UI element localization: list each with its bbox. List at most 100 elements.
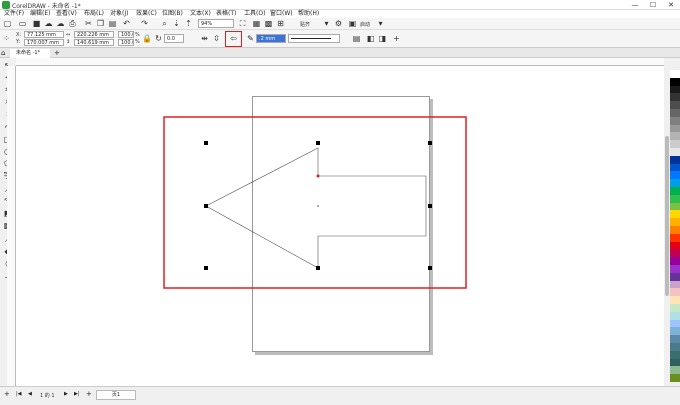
new-tab-button[interactable]: +: [54, 49, 60, 57]
menu-effects[interactable]: 效果(C): [136, 10, 157, 18]
prev-page-icon[interactable]: ◀: [28, 391, 32, 397]
object-origin-icon[interactable]: ⁘: [2, 34, 11, 43]
color-swatch[interactable]: [670, 358, 680, 367]
height-field[interactable]: 140.619 mm: [74, 39, 114, 46]
to-back-icon[interactable]: ◨: [378, 34, 387, 43]
color-swatch[interactable]: [670, 249, 680, 258]
close-button[interactable]: ✕: [662, 0, 680, 10]
chevron-down-icon[interactable]: ▾: [322, 19, 331, 28]
menu-window[interactable]: 窗口(W): [270, 10, 293, 18]
width-field[interactable]: 220.226 mm: [74, 31, 114, 38]
cloud-upload-icon[interactable]: ☁: [44, 19, 53, 28]
color-swatch[interactable]: [670, 140, 680, 149]
export-icon[interactable]: ⇡: [184, 19, 193, 28]
rotation-icon[interactable]: ↻: [154, 34, 163, 43]
wrap-text-icon[interactable]: ▤: [352, 34, 361, 43]
full-screen-icon[interactable]: ⛶: [238, 19, 247, 28]
color-swatch[interactable]: [670, 226, 680, 234]
color-swatch[interactable]: [670, 202, 680, 211]
snap-to-label[interactable]: 贴齐: [300, 21, 310, 28]
new-document-icon[interactable]: ▢: [3, 19, 12, 28]
color-swatch[interactable]: [670, 335, 680, 344]
cloud-download-icon[interactable]: ☁: [56, 19, 65, 28]
color-swatch[interactable]: [670, 155, 680, 164]
add-page-end-icon[interactable]: +: [86, 390, 92, 398]
menu-layout[interactable]: 布局(L): [84, 10, 104, 18]
color-swatch[interactable]: [670, 187, 680, 195]
color-swatch[interactable]: [670, 327, 680, 336]
menu-object[interactable]: 对象(J): [110, 10, 128, 18]
import-icon[interactable]: ⇣: [172, 19, 181, 28]
grid-icon[interactable]: ▩: [264, 19, 273, 28]
page-tab[interactable]: 页1: [96, 390, 136, 400]
color-swatch[interactable]: [670, 163, 680, 172]
last-page-icon[interactable]: ▶|: [74, 391, 80, 397]
scale-height-field[interactable]: 100.0: [118, 39, 134, 46]
outline-width-field[interactable]: .2 mm: [256, 34, 286, 43]
rulers-icon[interactable]: ▦: [252, 19, 261, 28]
arrow-shape-icon[interactable]: ⇦: [229, 34, 238, 43]
color-swatch[interactable]: [670, 210, 680, 219]
y-position-field[interactable]: 170.007 mm: [24, 39, 64, 46]
color-swatch[interactable]: [670, 194, 680, 203]
cut-icon[interactable]: ✂: [84, 19, 93, 28]
color-swatch[interactable]: [670, 70, 680, 78]
color-swatch[interactable]: [670, 350, 680, 359]
vertical-scroll-thumb[interactable]: [665, 136, 669, 296]
home-icon[interactable]: ⌂: [1, 49, 5, 57]
search-icon[interactable]: ⌕: [160, 19, 169, 28]
menu-bitmap[interactable]: 位图(B): [162, 10, 183, 18]
print-icon[interactable]: ⎙: [68, 19, 77, 28]
zoom-level-field[interactable]: 94%: [198, 19, 234, 28]
menu-help[interactable]: 帮助(H): [298, 10, 319, 18]
vertical-ruler[interactable]: [7, 66, 16, 386]
undo-icon[interactable]: ↶: [122, 19, 131, 28]
color-swatch[interactable]: [670, 109, 680, 117]
color-swatch[interactable]: [670, 77, 680, 86]
color-swatch[interactable]: [670, 132, 680, 141]
menu-view[interactable]: 查看(V): [56, 10, 77, 18]
document-tab[interactable]: 未命名 -1*: [10, 49, 50, 58]
add-icon[interactable]: +: [392, 34, 401, 43]
color-swatch[interactable]: [670, 296, 680, 305]
lock-ratio-icon[interactable]: 🔒: [142, 34, 152, 43]
color-swatch[interactable]: [670, 257, 680, 266]
next-page-icon[interactable]: ▶: [64, 391, 68, 397]
pen-outline-icon[interactable]: ✎: [246, 34, 255, 43]
scale-width-field[interactable]: 100.0: [118, 31, 134, 38]
mirror-horizontal-icon[interactable]: ⇹: [200, 34, 209, 43]
redo-icon[interactable]: ↷: [140, 19, 149, 28]
options-gear-icon[interactable]: ⚙: [334, 19, 343, 28]
color-swatch[interactable]: [670, 343, 680, 351]
color-swatch[interactable]: [670, 265, 680, 273]
color-swatch[interactable]: [670, 148, 680, 156]
rotation-field[interactable]: 0.0: [164, 34, 184, 43]
color-swatch[interactable]: [670, 233, 680, 242]
first-page-icon[interactable]: |◀: [16, 391, 22, 397]
color-swatch[interactable]: [670, 124, 680, 133]
color-swatch[interactable]: [670, 85, 680, 94]
color-swatch[interactable]: [670, 366, 680, 375]
color-swatch[interactable]: [670, 272, 680, 281]
color-swatch[interactable]: [670, 93, 680, 102]
drawing-canvas[interactable]: [16, 66, 664, 386]
open-icon[interactable]: ▭: [18, 19, 27, 28]
menu-table[interactable]: 表格(T): [216, 10, 236, 18]
copy-icon[interactable]: ❐: [96, 19, 105, 28]
maximize-button[interactable]: ☐: [644, 0, 662, 10]
color-swatch[interactable]: [670, 116, 680, 125]
menu-file[interactable]: 文件(F): [4, 10, 24, 18]
minimize-button[interactable]: —: [626, 0, 644, 10]
add-page-icon[interactable]: +: [4, 390, 10, 398]
mirror-vertical-icon[interactable]: ⇳: [212, 34, 221, 43]
launch-label[interactable]: 启动: [360, 21, 370, 28]
color-swatch[interactable]: [670, 179, 680, 188]
color-swatch[interactable]: [670, 311, 680, 320]
menu-tools[interactable]: 工具(O): [244, 10, 265, 18]
color-swatch[interactable]: [670, 280, 680, 289]
color-swatch[interactable]: [670, 288, 680, 297]
color-swatch[interactable]: [670, 171, 680, 180]
menu-text[interactable]: 文本(X): [190, 10, 211, 18]
x-position-field[interactable]: 77.125 mm: [24, 31, 64, 38]
color-swatch[interactable]: [670, 218, 680, 227]
